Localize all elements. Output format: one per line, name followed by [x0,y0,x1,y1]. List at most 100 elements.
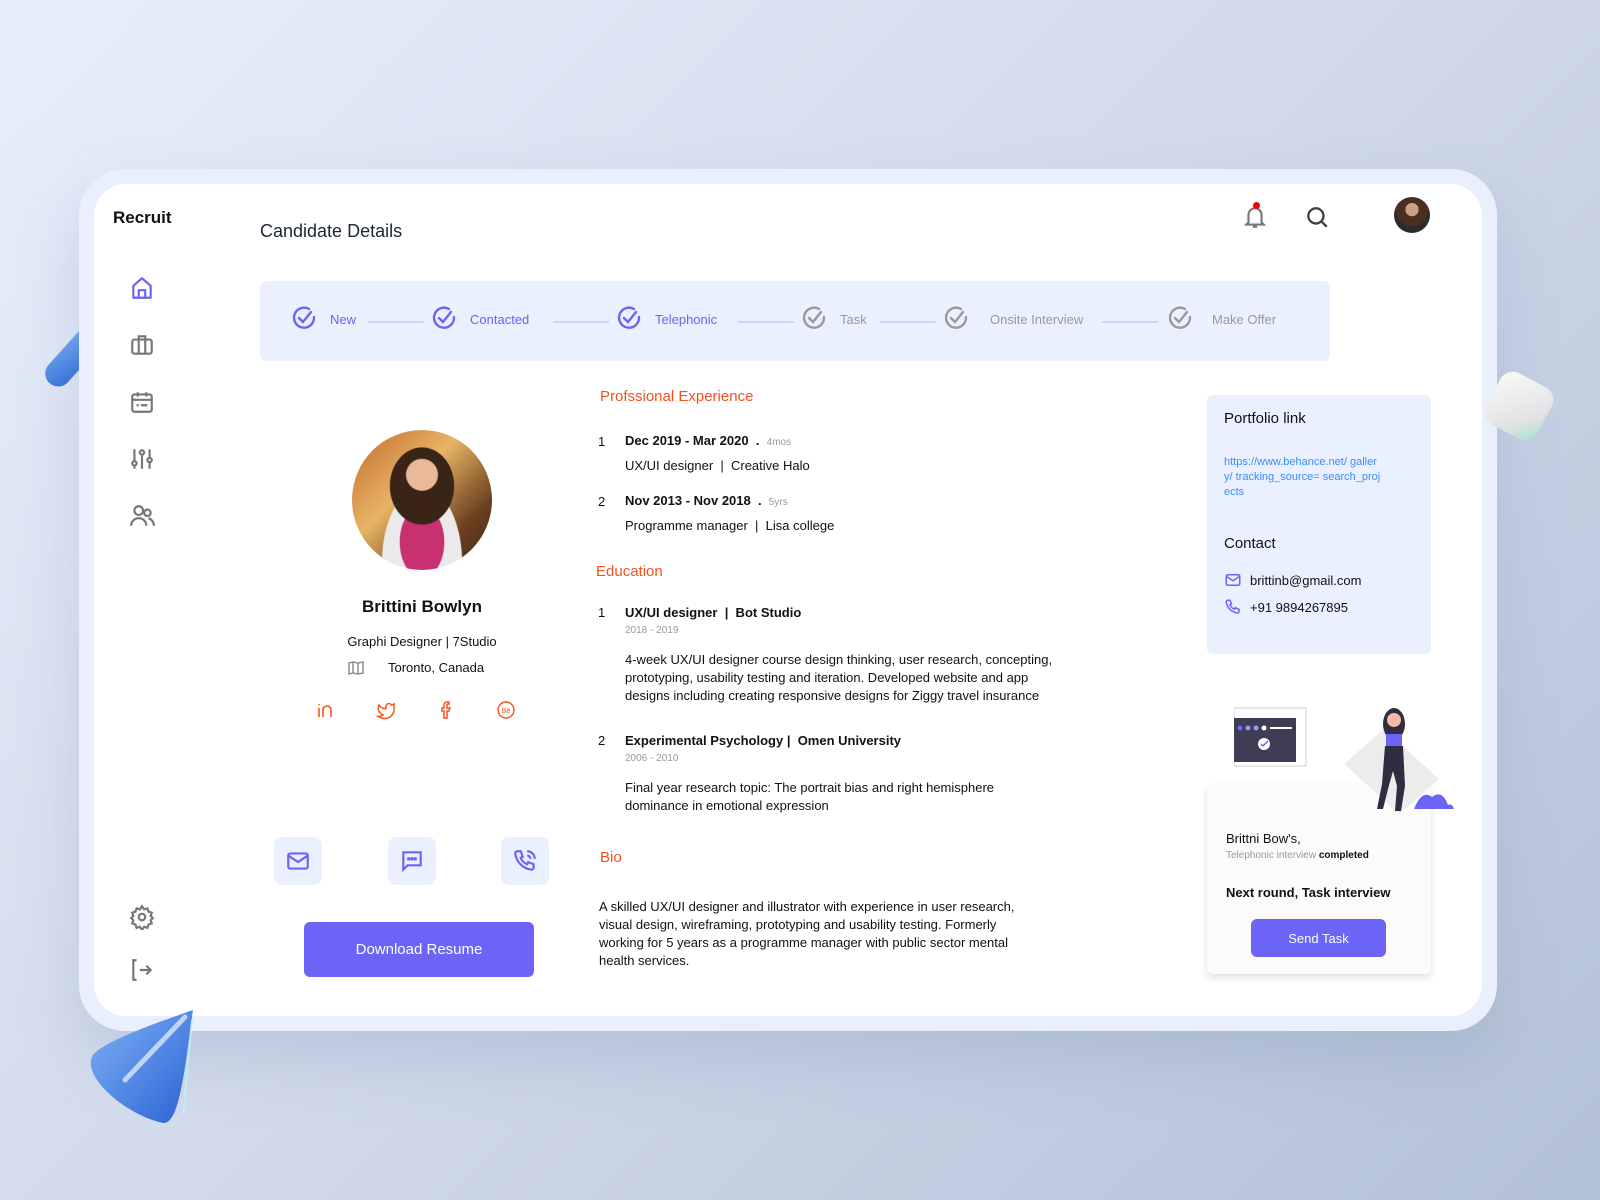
message-candidate-button[interactable] [388,837,436,885]
step-connector [553,321,609,323]
search-icon [1307,207,1328,228]
sidebar-item-settings[interactable] [128,903,156,931]
brand-logo: Recruit [113,208,172,227]
check-circle-icon [432,306,456,329]
gear-icon [129,904,155,930]
interview-illustration [1234,707,1454,814]
sidebar-item-home[interactable] [128,274,156,302]
cone-3d-decoration [90,1010,193,1124]
facebook-link[interactable] [436,700,456,720]
linkedin-icon [318,704,332,717]
step-connector [880,321,936,323]
duration-text: 5yrs [768,497,788,508]
step-label: Task [840,311,867,327]
sidebar-item-jobs[interactable] [128,331,156,359]
experience-position: UX/UI designer | Creative Halo [625,458,810,473]
experience-dates: Nov 2013 - Nov 2018 . 5yrs [625,493,788,508]
candidate-photo [352,430,492,570]
bio-text: A skilled UX/UI designer and illustrator… [599,899,1015,968]
step-new[interactable]: New [290,305,356,333]
experience-title: Profssional Experience [600,388,754,405]
calendar-icon [131,392,153,413]
sidebar-item-filters[interactable] [128,445,156,473]
next-round-text: Next round, Task interview [1226,885,1391,900]
check-circle-icon [944,306,968,329]
education-title-text: UX/UI designer | Bot Studio [625,605,802,620]
email-candidate-button[interactable] [274,837,322,885]
education-title: Education [596,563,663,580]
step-onsite-interview[interactable]: Onsite Interview [942,305,1083,333]
contact-email[interactable]: brittinb@gmail.com [1224,571,1361,589]
logout-icon [132,959,153,981]
chat-icon [402,851,422,873]
user-avatar[interactable] [1394,197,1430,233]
check-circle-icon [292,306,316,329]
education-description: Final year research topic: The portrait … [625,780,995,813]
experience-dates: Dec 2019 - Mar 2020 . 4mos [625,433,792,448]
education-title-text: Experimental Psychology | Omen Universit… [625,733,902,748]
call-candidate-button[interactable] [501,837,549,885]
email-icon [287,852,309,870]
education-years: 2018 - 2019 [625,625,679,636]
send-task-button[interactable]: Send Task [1251,919,1386,957]
contact-title: Contact [1224,535,1276,552]
step-contacted[interactable]: Contacted [430,305,529,333]
experience-number: 2 [598,494,606,509]
email-icon [1225,574,1241,586]
pipeline-stepper: New Contacted Telephonic Task Onsite Int… [260,281,1330,361]
status-word: completed [1318,850,1369,861]
page-title: Candidate Details [260,221,403,241]
contact-phone[interactable]: +91 9894267895 [1224,598,1348,616]
sliders-icon [131,449,153,469]
status-line: Telephonic interview completed [1226,850,1369,861]
twitter-link[interactable] [376,700,396,720]
portfolio-contact-card: Portfolio link https://www.behance.net/ … [1207,395,1431,654]
phone-text: +91 9894267895 [1250,599,1348,615]
behance-icon: Bē [497,701,515,719]
step-connector [1102,321,1158,323]
step-label: Contacted [470,311,530,327]
education-description: 4-week UX/UI designer course design thin… [625,652,1053,703]
notifications-button[interactable] [1238,200,1272,234]
portfolio-link[interactable]: https://www.behance.net/ gallery/ tracki… [1224,455,1384,500]
download-resume-button[interactable]: Download Resume [304,922,534,977]
step-label: Telephonic [655,311,718,327]
svg-text:Bē: Bē [502,708,511,715]
dates-text: Dec 2019 - Mar 2020 [625,433,749,448]
sidebar-item-calendar[interactable] [128,388,156,416]
education-number: 1 [598,605,606,620]
experience-number: 1 [598,434,606,449]
step-telephonic[interactable]: Telephonic [615,305,717,333]
step-label: Onsite Interview [990,311,1084,327]
linkedin-link[interactable] [316,700,336,720]
home-icon [132,277,152,299]
candidate-role: Graphi Designer | 7Studio [347,634,497,649]
education-number: 2 [598,733,606,748]
facebook-icon [441,701,452,719]
education-years: 2006 - 2010 [625,753,679,764]
step-task[interactable]: Task [800,305,867,333]
check-circle-icon [617,306,641,329]
location-text: Toronto, Canada [388,660,485,675]
behance-link[interactable]: Bē [496,700,516,720]
sidebar-item-logout[interactable] [128,956,156,984]
step-label: Make Offer [1212,311,1277,327]
phone-call-icon [514,850,536,871]
step-make-offer[interactable]: Make Offer [1166,305,1276,333]
notification-dot [1253,202,1260,209]
duration-text: 4mos [766,437,792,448]
bio-title: Bio [600,849,622,866]
candidate-name: Brittini Bowlyn [362,597,482,616]
cube-3d-decoration [1484,371,1554,441]
briefcase-icon [131,335,153,355]
step-connector [368,321,424,323]
step-connector [738,321,794,323]
step-label: New [330,311,357,327]
status-prefix: Telephonic interview [1226,850,1317,861]
social-links: Bē [316,700,516,720]
search-button[interactable] [1300,200,1334,234]
users-icon [130,505,155,526]
sidebar-item-candidates[interactable] [128,502,156,530]
candidate-location: Toronto, Canada [348,660,484,675]
check-circle-icon [802,306,826,329]
